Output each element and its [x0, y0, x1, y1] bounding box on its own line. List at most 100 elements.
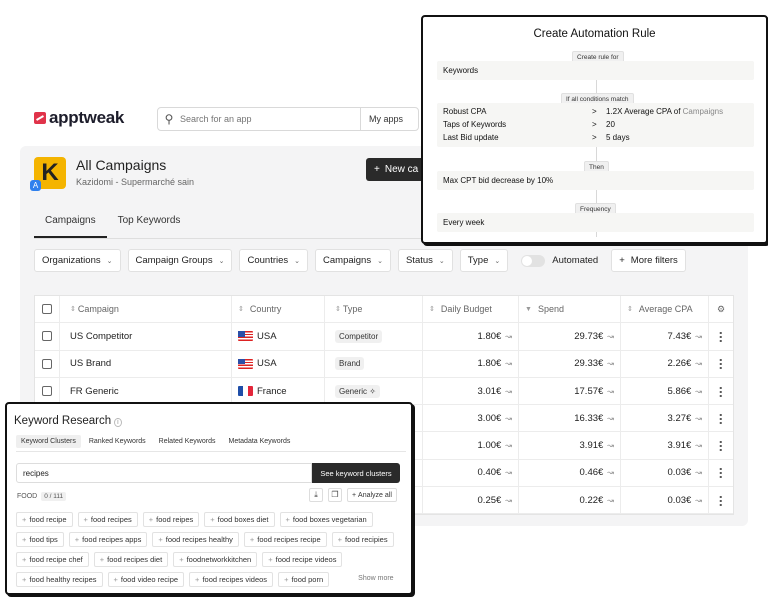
row-checkbox[interactable] — [42, 386, 52, 397]
sort-icon[interactable]: ⇕ — [627, 305, 633, 313]
chart-icon[interactable]: ↝ — [695, 332, 702, 341]
table-row[interactable]: US Brand USA Brand 1.80€ ↝ 29.33€ ↝ 2.26€ ↝… — [35, 350, 733, 378]
chart-icon[interactable]: ↝ — [695, 496, 702, 505]
show-more-link[interactable]: Show more — [334, 572, 393, 587]
header-campaign[interactable]: Campaign — [78, 304, 119, 314]
more-options-icon[interactable]: ⋯ — [714, 440, 728, 451]
download-icon[interactable]: ⤓ — [309, 488, 323, 502]
type-badge: Competitor — [335, 329, 383, 343]
chart-icon[interactable]: ↝ — [505, 414, 512, 423]
header-country[interactable]: Country — [250, 304, 282, 314]
app-search-input[interactable] — [180, 114, 360, 124]
filter-countries[interactable]: Countries ⌄ — [239, 249, 309, 272]
chart-icon[interactable]: ↝ — [607, 332, 614, 341]
keyword-chip[interactable]: + food tips — [16, 532, 64, 547]
keyword-chip[interactable]: + food reipes — [142, 512, 200, 527]
keyword-chip[interactable]: + food recipies — [331, 532, 394, 547]
row-checkbox[interactable] — [42, 331, 52, 342]
apptweak-logo[interactable]: apptweak — [34, 108, 124, 128]
rule-action-box[interactable]: Max CPT bid decrease by 10% — [437, 171, 754, 190]
keyword-chip[interactable]: + food porn — [278, 572, 330, 587]
filter-status[interactable]: Status ⌄ — [397, 249, 453, 272]
chart-icon[interactable]: ↝ — [607, 468, 614, 477]
see-keyword-clusters-button[interactable]: See keyword clusters — [312, 463, 400, 483]
keyword-chip[interactable]: + food video recipe — [107, 572, 185, 587]
gear-icon[interactable]: ⚙ — [717, 304, 725, 315]
table-row[interactable]: US Competitor USA Competitor 1.80€ ↝ 29.7… — [35, 323, 733, 351]
header-type[interactable]: Type — [343, 304, 363, 314]
chart-icon[interactable]: ↝ — [505, 387, 512, 396]
keyword-chip[interactable]: + food recipe — [16, 512, 73, 527]
select-all-checkbox[interactable] — [42, 304, 52, 315]
rule-conditions-box[interactable]: Robust CPA > 1.2X Average CPA of Campaig… — [437, 103, 754, 147]
chart-icon[interactable]: ↝ — [695, 441, 702, 450]
chart-icon[interactable]: ↝ — [695, 387, 702, 396]
chart-icon[interactable]: ↝ — [607, 414, 614, 423]
chart-icon[interactable]: ↝ — [695, 359, 702, 368]
keyword-chip[interactable]: + food recipes — [77, 512, 138, 527]
more-options-icon[interactable]: ⋯ — [714, 358, 728, 369]
chart-icon[interactable]: ↝ — [505, 359, 512, 368]
tab-metadata-keywords[interactable]: Metadata Keywords — [223, 435, 295, 448]
keyword-chip[interactable]: + food boxes vegetarian — [279, 512, 373, 527]
keyword-chip[interactable]: + food recipe chef — [16, 552, 89, 567]
chart-icon[interactable]: ↝ — [505, 468, 512, 477]
copy-icon[interactable]: ❐ — [328, 488, 342, 502]
new-campaign-button[interactable]: + New ca — [366, 158, 426, 181]
keyword-search-input[interactable]: recipes — [16, 463, 312, 483]
keyword-chip[interactable]: + food recipes videos — [189, 572, 274, 587]
keyword-chip[interactable]: + food healthy recipes — [16, 572, 103, 587]
filter-type[interactable]: Type ⌄ — [459, 249, 509, 272]
more-options-icon[interactable]: ⋯ — [714, 331, 728, 342]
chart-icon[interactable]: ↝ — [505, 496, 512, 505]
keyword-chip[interactable]: + food recipes apps — [68, 532, 148, 547]
plus-icon: + — [337, 535, 343, 544]
info-icon[interactable]: i — [114, 418, 122, 427]
sort-icon[interactable]: ⇕ — [335, 305, 341, 313]
chart-icon[interactable]: ↝ — [505, 332, 512, 341]
keyword-chip[interactable]: + foodnetworkkitchen — [173, 552, 258, 567]
tab-keyword-clusters[interactable]: Keyword Clusters — [16, 435, 81, 448]
more-options-icon[interactable]: ⋯ — [714, 413, 728, 424]
filter-organizations[interactable]: Organizations ⌄ — [34, 249, 121, 272]
header-average-cpa[interactable]: Average CPA — [639, 304, 693, 314]
header-spend[interactable]: Spend — [538, 304, 564, 314]
keyword-chip[interactable]: + food recipes healthy — [152, 532, 239, 547]
filter-campaigns[interactable]: Campaigns ⌄ — [315, 249, 391, 272]
tab-campaigns[interactable]: Campaigns — [34, 208, 107, 238]
chart-icon[interactable]: ↝ — [607, 387, 614, 396]
sort-desc-icon[interactable]: ▼ — [525, 306, 532, 313]
chart-icon[interactable]: ↝ — [695, 414, 702, 423]
chart-icon[interactable]: ↝ — [607, 359, 614, 368]
header-daily-budget[interactable]: Daily Budget — [441, 304, 492, 314]
analyze-all-button[interactable]: + Analyze all — [347, 488, 397, 502]
tab-top-keywords[interactable]: Top Keywords — [107, 208, 192, 238]
keyword-chip[interactable]: + food recipes diet — [93, 552, 169, 567]
campaign-name[interactable]: US Competitor — [70, 331, 132, 342]
sort-icon[interactable]: ⇕ — [429, 305, 435, 313]
automated-toggle[interactable] — [521, 254, 546, 267]
tab-related-keywords[interactable]: Related Keywords — [154, 435, 221, 448]
rule-target-box[interactable]: Keywords — [437, 61, 754, 80]
tab-ranked-keywords[interactable]: Ranked Keywords — [84, 435, 151, 448]
row-checkbox[interactable] — [42, 358, 52, 369]
more-filters-button[interactable]: + More filters — [611, 249, 686, 272]
keyword-chip[interactable]: + food recipe videos — [262, 552, 343, 567]
chart-icon[interactable]: ↝ — [505, 441, 512, 450]
more-options-icon[interactable]: ⋯ — [714, 495, 728, 506]
keyword-chip[interactable]: + food recipes recipe — [243, 532, 327, 547]
rule-frequency-box[interactable]: Every week — [437, 213, 754, 232]
more-options-icon[interactable]: ⋯ — [714, 386, 728, 397]
more-options-icon[interactable]: ⋯ — [714, 467, 728, 478]
chart-icon[interactable]: ↝ — [607, 441, 614, 450]
keyword-chip[interactable]: + food boxes diet — [204, 512, 275, 527]
chart-icon[interactable]: ↝ — [695, 468, 702, 477]
chart-icon[interactable]: ↝ — [607, 496, 614, 505]
campaign-name[interactable]: US Brand — [70, 358, 111, 369]
filter-campaign-groups[interactable]: Campaign Groups ⌄ — [127, 249, 233, 272]
sort-icon[interactable]: ⇕ — [70, 305, 76, 313]
cpa-value: 7.43€ — [667, 330, 692, 342]
sort-icon[interactable]: ⇕ — [238, 305, 244, 313]
campaign-name[interactable]: FR Generic — [70, 386, 119, 397]
my-apps-dropdown[interactable]: My apps — [360, 108, 411, 130]
